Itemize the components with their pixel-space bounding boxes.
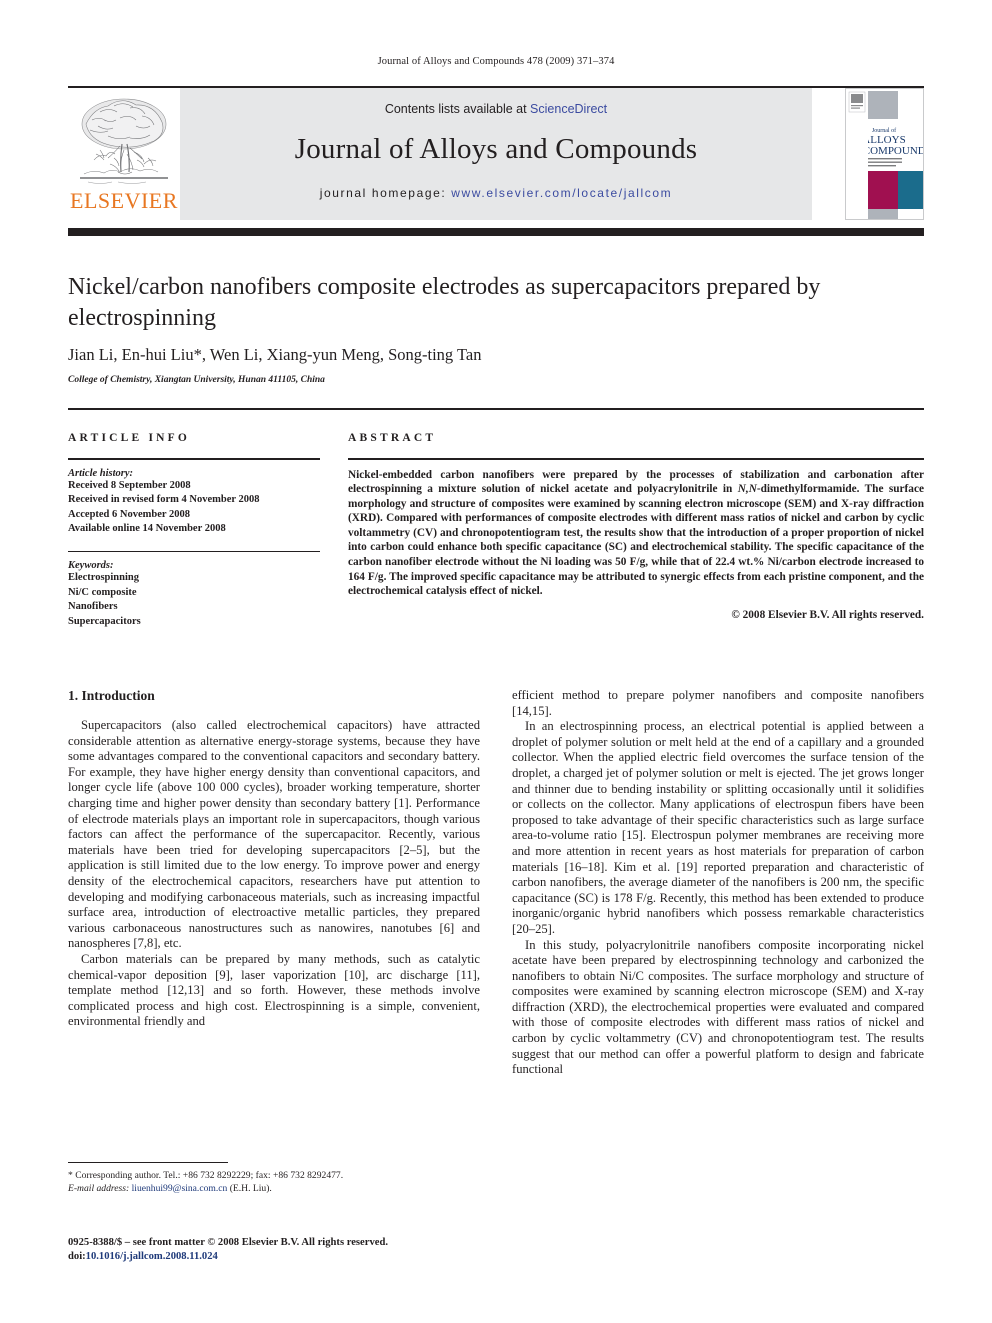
email-link[interactable]: liuenhui99@sina.com.cn bbox=[132, 1183, 228, 1194]
journal-title: Journal of Alloys and Compounds bbox=[294, 133, 698, 165]
running-head: Journal of Alloys and Compounds 478 (200… bbox=[377, 56, 615, 67]
email-suffix: (E.H. Liu). bbox=[227, 1182, 272, 1194]
history-online: Available online 14 November 2008 bbox=[68, 523, 226, 534]
issn-front-matter: 0925-8388/$ – see front matter © 2008 El… bbox=[68, 1237, 388, 1248]
keyword-item: Electrospinning bbox=[68, 572, 139, 583]
history-accepted: Accepted 6 November 2008 bbox=[68, 508, 190, 520]
article-page: Journal of Alloys and Compounds 478 (200… bbox=[0, 0, 992, 1323]
imprint-block: 0925-8388/$ – see front matter © 2008 El… bbox=[68, 1236, 528, 1264]
paragraph: Carbon materials can be prepared by many… bbox=[68, 951, 480, 1029]
abstract-copyright: © 2008 Elsevier B.V. All rights reserved… bbox=[731, 608, 924, 621]
paragraph: In an electrospinning process, an electr… bbox=[512, 719, 924, 936]
abstract-part-2: -dimethylformamide. The surface morpholo… bbox=[348, 483, 924, 598]
author-names: Jian Li, En-hui Liu*, Wen Li, Xiang-yun … bbox=[68, 345, 482, 364]
abstract-italic-nn: N,N bbox=[737, 483, 757, 496]
history-received: Received 8 September 2008 bbox=[68, 479, 191, 491]
keyword-item: Supercapacitors bbox=[68, 615, 141, 627]
doi-label: doi: bbox=[68, 1251, 86, 1262]
homepage-prefix: journal homepage: bbox=[319, 186, 452, 200]
paragraph: In this study, polyacrylonitrile nanofib… bbox=[512, 937, 924, 1077]
article-history-label: Article history: bbox=[68, 467, 134, 479]
affiliation: College of Chemistry, Xiangtan Universit… bbox=[68, 375, 325, 385]
keywords-label: Keywords: bbox=[68, 560, 114, 571]
elsevier-wordmark: ELSEVIER bbox=[70, 188, 178, 213]
contents-available-line: Contents lists available at ScienceDirec… bbox=[180, 102, 812, 116]
paragraph: Supercapacitors (also called electrochem… bbox=[68, 718, 480, 951]
abstract-block: ABSTRACT Nickel-embedded carbon nanofibe… bbox=[348, 432, 924, 621]
abstract-rule bbox=[348, 458, 924, 460]
contents-prefix: Contents lists available at bbox=[384, 102, 531, 116]
footnote-block: * Corresponding author. Tel.: +86 732 82… bbox=[68, 1170, 480, 1195]
email-label: E-mail address: bbox=[68, 1182, 130, 1194]
keywords-block: Keywords: Electrospinning Ni/C composite… bbox=[68, 560, 320, 629]
paragraph: efficient method to prepare polymer nano… bbox=[512, 688, 924, 718]
elsevier-logo: ELSEVIER bbox=[68, 88, 180, 220]
page-title: Nickel/carbon nanofibers composite elect… bbox=[68, 274, 821, 331]
abstract-heading: ABSTRACT bbox=[348, 432, 437, 444]
corresponding-author-note: * Corresponding author. Tel.: +86 732 82… bbox=[68, 1170, 344, 1181]
doi-line: doi:10.1016/j.jallcom.2008.11.024 bbox=[68, 1250, 528, 1264]
masthead-bottom-rule bbox=[68, 228, 924, 236]
sciencedirect-link[interactable]: ScienceDirect bbox=[530, 102, 607, 116]
author-list: Jian Li, En-hui Liu*, Wen Li, Xiang-yun … bbox=[68, 345, 858, 365]
abstract-text: Nickel-embedded carbon nanofibers were p… bbox=[348, 468, 924, 599]
info-top-rule bbox=[68, 408, 924, 410]
journal-masthead: ELSEVIER Contents lists available at Sci… bbox=[68, 88, 924, 220]
keywords-rule bbox=[68, 550, 320, 552]
footnote-rule bbox=[68, 1162, 228, 1163]
history-revised: Received in revised form 4 November 2008 bbox=[68, 494, 260, 505]
keyword-item: Nanofibers bbox=[68, 601, 118, 612]
article-info-rule bbox=[68, 458, 320, 460]
article-info-heading: ARTICLE INFO bbox=[68, 432, 191, 444]
section-heading-introduction: 1. Introduction bbox=[68, 688, 155, 703]
body-column-left: 1. Introduction Supercapacitors (also ca… bbox=[68, 688, 480, 1030]
body-column-right: efficient method to prepare polymer nano… bbox=[512, 688, 924, 1078]
article-info-block: ARTICLE INFO Article history: Received 8… bbox=[68, 432, 320, 629]
doi-link[interactable]: 10.1016/j.jallcom.2008.11.024 bbox=[86, 1251, 218, 1262]
svg-text:Journal of: Journal of bbox=[872, 127, 896, 134]
journal-homepage-line: journal homepage: www.elsevier.com/locat… bbox=[180, 186, 812, 200]
masthead-center-panel: Contents lists available at ScienceDirec… bbox=[180, 88, 812, 220]
elsevier-tree-icon bbox=[74, 94, 174, 189]
journal-cover-thumbnail: Journal of ALLOYS AND COMPOUNDS bbox=[845, 88, 924, 220]
email-note: E-mail address: liuenhui99@sina.com.cn (… bbox=[68, 1183, 480, 1196]
keyword-item: Ni/C composite bbox=[68, 586, 137, 598]
journal-homepage-url[interactable]: www.elsevier.com/locate/jallcom bbox=[451, 186, 672, 200]
